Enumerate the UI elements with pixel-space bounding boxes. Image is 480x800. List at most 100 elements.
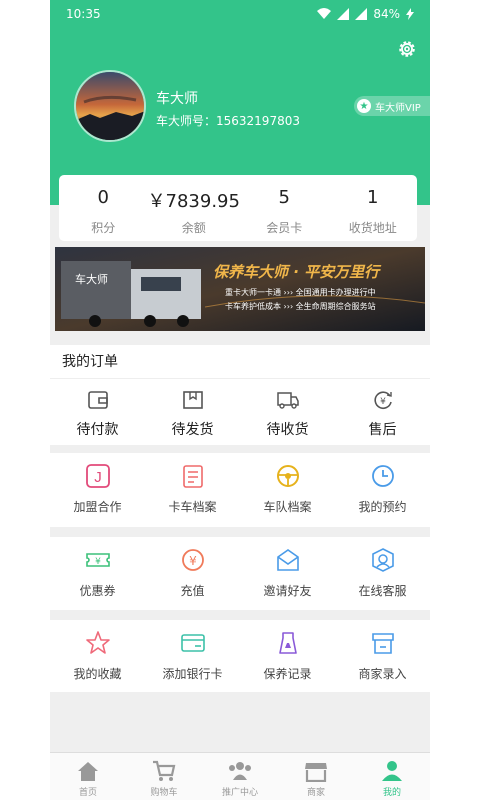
vip-badge[interactable]: ★ 车大师VIP bbox=[354, 96, 430, 116]
clock-icon bbox=[371, 465, 394, 487]
stat-label: 会员卡 bbox=[266, 221, 303, 235]
banner-logo: 车大师 bbox=[75, 273, 108, 286]
account-stats: 0 积分 ￥7839.95 余额 5 会员卡 1 收货地址 bbox=[59, 175, 417, 241]
service-label: 保养记录 bbox=[263, 667, 312, 681]
truck-file-icon bbox=[182, 465, 203, 488]
svg-text:¥: ¥ bbox=[189, 554, 197, 568]
service-label: 我的收藏 bbox=[73, 667, 122, 681]
tab-merchant[interactable]: 商家 bbox=[278, 753, 354, 800]
service-label: 充值 bbox=[180, 584, 205, 598]
add-bank-card[interactable]: 添加银行卡 bbox=[145, 620, 240, 682]
service-label: 添加银行卡 bbox=[162, 667, 223, 681]
order-label: 售后 bbox=[368, 422, 397, 438]
truck-file[interactable]: 卡车档案 bbox=[145, 453, 240, 515]
stat-member-cards[interactable]: 5 会员卡 bbox=[240, 175, 329, 241]
stat-label: 余额 bbox=[181, 221, 206, 235]
service-label: 车队档案 bbox=[263, 500, 312, 514]
invite-friends[interactable]: 邀请好友 bbox=[240, 537, 335, 599]
order-pending-payment[interactable]: 待付款 bbox=[50, 379, 145, 439]
order-label: 待发货 bbox=[171, 422, 214, 438]
bank-card-icon bbox=[180, 634, 205, 652]
maintenance-icon bbox=[278, 632, 297, 654]
wallet-icon bbox=[87, 391, 108, 409]
banner-headline: 保养车大师 · 平安万里行 bbox=[213, 263, 380, 281]
stat-points[interactable]: 0 积分 bbox=[59, 175, 148, 241]
order-after-sale[interactable]: ¥ 售后 bbox=[335, 379, 430, 439]
stat-label: 收货地址 bbox=[348, 221, 397, 235]
online-support[interactable]: 在线客服 bbox=[335, 537, 430, 599]
box-icon bbox=[182, 391, 203, 409]
stat-value: 0 bbox=[97, 187, 109, 208]
settings-gear-icon[interactable] bbox=[396, 38, 418, 60]
account-number: 车大师号：15632197803 bbox=[156, 114, 300, 128]
merchant-entry[interactable]: 商家录入 bbox=[335, 620, 430, 682]
order-pending-receipt[interactable]: 待收货 bbox=[240, 379, 335, 439]
star-icon bbox=[85, 631, 110, 654]
user-name: 车大师 bbox=[156, 91, 198, 107]
order-pending-shipment[interactable]: 待发货 bbox=[145, 379, 240, 439]
service-label: 优惠券 bbox=[79, 584, 116, 598]
my-appointment[interactable]: 我的预约 bbox=[335, 453, 430, 515]
coupon-icon: ¥ bbox=[85, 553, 110, 567]
orders-title[interactable]: 我的订单 bbox=[50, 345, 430, 379]
truck-icon bbox=[276, 392, 299, 409]
stat-addresses[interactable]: 1 收货地址 bbox=[328, 175, 417, 241]
fleet-file[interactable]: 车队档案 bbox=[240, 453, 335, 515]
banner-line2: 卡车养护低成本 ››› 全生命周期综合服务站 bbox=[225, 302, 376, 311]
recharge[interactable]: ¥ 充值 bbox=[145, 537, 240, 599]
service-label: 我的预约 bbox=[358, 500, 407, 514]
tab-label: 购物车 bbox=[150, 788, 178, 798]
tab-label: 商家 bbox=[306, 788, 325, 798]
tab-promotion[interactable]: 推广中心 bbox=[202, 753, 278, 800]
steering-wheel-icon bbox=[276, 465, 299, 487]
service-row-1: J 加盟合作 卡车档案 车队档案 我的预约 bbox=[50, 453, 430, 527]
promotion-icon bbox=[229, 762, 251, 780]
battery-text: 84% bbox=[373, 7, 400, 21]
profile-icon bbox=[382, 761, 402, 781]
tab-label: 推广中心 bbox=[221, 788, 258, 798]
recharge-icon: ¥ bbox=[181, 549, 204, 571]
service-icon bbox=[371, 548, 394, 572]
my-favorites[interactable]: 我的收藏 bbox=[50, 620, 145, 682]
invite-icon bbox=[276, 549, 299, 571]
join-cooperation[interactable]: J 加盟合作 bbox=[50, 453, 145, 515]
status-time: 10:35 bbox=[66, 7, 101, 21]
phone-screen: 10:35 84% 车大师 车大师号：15632197803 ★ 车大师VIP … bbox=[50, 0, 430, 800]
stat-value: ￥7839.95 bbox=[147, 191, 240, 212]
tab-label: 我的 bbox=[382, 788, 401, 798]
status-icons: 84% bbox=[317, 7, 414, 21]
shop-entry-icon bbox=[371, 633, 394, 654]
tab-home[interactable]: 首页 bbox=[50, 753, 126, 800]
service-label: 邀请好友 bbox=[263, 584, 312, 598]
signal-icon bbox=[337, 8, 350, 20]
svg-text:J: J bbox=[94, 469, 102, 486]
service-label: 商家录入 bbox=[358, 667, 407, 681]
svg-text:¥: ¥ bbox=[95, 557, 101, 567]
svg-text:¥: ¥ bbox=[380, 397, 386, 407]
avatar[interactable] bbox=[74, 70, 146, 142]
charging-icon bbox=[406, 8, 414, 20]
service-label: 在线客服 bbox=[358, 584, 407, 598]
promo-banner[interactable]: 车大师 保养车大师 · 平安万里行 重卡大师一卡通 ››› 全国通用卡办理进行中… bbox=[55, 247, 425, 331]
tab-mine[interactable]: 我的 bbox=[354, 753, 430, 800]
stat-value: 1 bbox=[367, 187, 379, 208]
home-icon bbox=[78, 762, 98, 781]
tab-cart[interactable]: 购物车 bbox=[126, 753, 202, 800]
maintenance-records[interactable]: 保养记录 bbox=[240, 620, 335, 682]
signal-icon-2 bbox=[355, 8, 368, 20]
store-icon bbox=[305, 763, 327, 783]
order-label: 待收货 bbox=[266, 422, 309, 438]
bottom-tab-bar: 首页 购物车 推广中心 商家 我的 bbox=[50, 752, 430, 800]
vip-label: 车大师VIP bbox=[375, 102, 421, 114]
coupons[interactable]: ¥ 优惠券 bbox=[50, 537, 145, 599]
status-bar: 10:35 84% bbox=[50, 0, 430, 30]
stat-label: 积分 bbox=[91, 221, 116, 235]
wifi-icon bbox=[317, 8, 332, 19]
service-label: 卡车档案 bbox=[168, 500, 217, 514]
join-icon: J bbox=[85, 464, 110, 488]
stat-value: 5 bbox=[278, 187, 290, 208]
service-label: 加盟合作 bbox=[73, 500, 122, 514]
cart-icon bbox=[153, 760, 176, 781]
stat-balance[interactable]: ￥7839.95 余额 bbox=[148, 175, 240, 241]
vip-star-icon: ★ bbox=[357, 99, 371, 113]
